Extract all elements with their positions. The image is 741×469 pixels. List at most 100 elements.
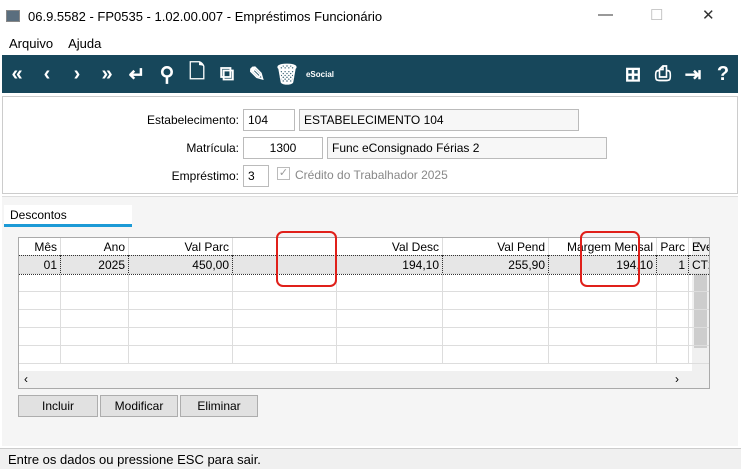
- goto-icon[interactable]: ↵: [122, 62, 152, 87]
- menu-bar: Arquivo Ajuda: [0, 32, 741, 54]
- empty-cell: [443, 346, 549, 364]
- empty-row[interactable]: [19, 328, 709, 346]
- cell: Ano: [61, 238, 129, 256]
- cell: Evento: [689, 238, 709, 256]
- empty-cell: [549, 292, 657, 310]
- empty-cell: [61, 346, 129, 364]
- empty-cell: [337, 328, 443, 346]
- exit-icon[interactable]: ⇥: [678, 62, 708, 87]
- empty-cell: [233, 328, 337, 346]
- empty-row[interactable]: [19, 292, 709, 310]
- empty-cell: [61, 328, 129, 346]
- empty-cell: [689, 292, 709, 310]
- copy-icon[interactable]: ⧉: [212, 63, 242, 86]
- header-panel: Estabelecimento: 104 ESTABELECIMENTO 104…: [2, 96, 738, 194]
- empty-cell: [61, 274, 129, 292]
- close-button[interactable]: ✕: [702, 6, 715, 24]
- credito-checkbox[interactable]: ✓: [277, 167, 290, 180]
- cell: 2025: [60, 255, 130, 275]
- cell: 194,10: [336, 255, 444, 275]
- empty-cell: [233, 292, 337, 310]
- empty-cell: [233, 310, 337, 328]
- app-icon: [6, 10, 20, 22]
- menu-arquivo[interactable]: Arquivo: [9, 36, 53, 51]
- empty-cell: [19, 328, 61, 346]
- help-icon[interactable]: ?: [708, 63, 738, 86]
- incluir-button[interactable]: Incluir: [18, 395, 98, 417]
- empty-cell: [337, 292, 443, 310]
- toolbar: «‹ ›» ↵ ⚲ 🗋 ⧉ ✎ 🗑 eSocial ⊞ ⎙ ⇥?: [2, 55, 738, 93]
- empty-cell: [19, 310, 61, 328]
- estabelecimento-name-field: ESTABELECIMENTO 104: [299, 109, 579, 131]
- empty-cell: [337, 346, 443, 364]
- new-icon[interactable]: 🗋: [182, 57, 212, 91]
- cell: Mês: [19, 238, 61, 256]
- emprestimo-label: Empréstimo:: [171, 169, 239, 183]
- empty-cell: [657, 328, 689, 346]
- last-icon[interactable]: »: [92, 63, 122, 86]
- cell: 01: [19, 255, 62, 275]
- scroll-right-icon[interactable]: ›: [675, 372, 679, 386]
- empty-cell: [549, 310, 657, 328]
- matricula-code-field[interactable]: 1300: [243, 137, 323, 159]
- empty-cell: [689, 310, 709, 328]
- matricula-name-field: Func eConsignado Férias 2: [327, 137, 607, 159]
- empty-cell: [337, 274, 443, 292]
- cell: Val Desc: [337, 238, 443, 256]
- highlight-val-desc: [276, 231, 337, 287]
- cell: Val Pend: [443, 238, 549, 256]
- minimize-button[interactable]: —: [598, 6, 613, 23]
- credito-label: Crédito do Trabalhador 2025: [295, 168, 448, 182]
- cell: 1: [656, 255, 690, 275]
- status-bar: Entre os dados ou pressione ESC para sai…: [0, 448, 741, 469]
- scroll-left-icon[interactable]: ‹: [24, 372, 28, 386]
- cell: Parc: [657, 238, 689, 256]
- print-icon[interactable]: ⎙: [648, 63, 678, 86]
- horizontal-scrollbar[interactable]: ‹ ›: [19, 371, 709, 388]
- empty-cell: [19, 274, 61, 292]
- search-icon[interactable]: ⚲: [152, 62, 182, 87]
- maximize-button[interactable]: ☐: [650, 6, 663, 24]
- eliminar-button[interactable]: Eliminar: [180, 395, 258, 417]
- empty-cell: [657, 292, 689, 310]
- esocial-icon[interactable]: eSocial: [302, 70, 338, 79]
- prev-icon[interactable]: ‹: [32, 63, 62, 86]
- cell: 255,90: [442, 255, 550, 275]
- empty-cell: [129, 274, 233, 292]
- empty-cell: [549, 328, 657, 346]
- cell: CT2: [688, 255, 709, 275]
- empty-cell: [129, 346, 233, 364]
- empty-cell: [443, 274, 549, 292]
- empty-cell: [443, 328, 549, 346]
- empty-cell: [129, 328, 233, 346]
- edit-icon[interactable]: ✎: [242, 62, 272, 87]
- empty-cell: [61, 292, 129, 310]
- tab-descontos[interactable]: Descontos: [4, 205, 132, 227]
- title-bar: 06.9.5582 - FP0535 - 1.02.00.007 - Empré…: [0, 0, 741, 32]
- empty-cell: [61, 310, 129, 328]
- empty-row[interactable]: [19, 310, 709, 328]
- estabelecimento-code-field[interactable]: 104: [243, 109, 295, 131]
- highlight-evento: [580, 231, 640, 287]
- empty-cell: [19, 346, 61, 364]
- menu-ajuda[interactable]: Ajuda: [68, 36, 101, 51]
- next-icon[interactable]: ›: [62, 63, 92, 86]
- delete-icon[interactable]: 🗑: [272, 62, 302, 87]
- empty-cell: [233, 346, 337, 364]
- empty-cell: [689, 346, 709, 364]
- empty-cell: [657, 274, 689, 292]
- emprestimo-code-field[interactable]: 3: [243, 165, 269, 187]
- empty-cell: [337, 310, 443, 328]
- first-icon[interactable]: «: [2, 63, 32, 86]
- empty-cell: [129, 310, 233, 328]
- hierarchy-icon[interactable]: ⊞: [618, 62, 648, 87]
- cell: 450,00: [128, 255, 234, 275]
- empty-cell: [689, 328, 709, 346]
- cell: Val Parc: [129, 238, 233, 256]
- empty-row[interactable]: [19, 346, 709, 364]
- empty-cell: [443, 292, 549, 310]
- empty-cell: [19, 292, 61, 310]
- estabelecimento-label: Estabelecimento:: [146, 113, 239, 127]
- matricula-label: Matrícula:: [186, 141, 239, 155]
- modificar-button[interactable]: Modificar: [100, 395, 178, 417]
